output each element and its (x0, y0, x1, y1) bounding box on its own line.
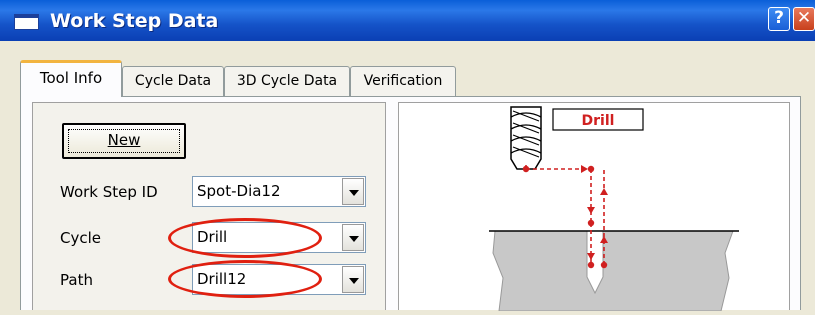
drill-label-box: Drill (552, 108, 644, 131)
work-step-id-select[interactable]: Spot-Dia12 (192, 176, 366, 207)
chevron-down-icon[interactable] (342, 178, 364, 205)
window-title: Work Step Data (50, 10, 219, 32)
cycle-label: Cycle (60, 229, 101, 247)
workpiece (492, 230, 734, 312)
tab-tool-info[interactable]: Tool Info (20, 60, 122, 97)
drill-tag: Drill (582, 113, 615, 129)
new-button[interactable]: New (62, 123, 186, 159)
tab-cycle-data[interactable]: Cycle Data (122, 66, 224, 96)
work-step-id-value: Spot-Dia12 (197, 182, 281, 200)
close-button[interactable]: ✕ (793, 7, 815, 31)
title-bar[interactable]: Work Step Data ? ✕ (0, 0, 815, 41)
work-step-id-label: Work Step ID (60, 183, 158, 201)
drill-diagram-graphic: Drill (489, 106, 739, 312)
window-icon (14, 14, 39, 30)
chevron-down-icon[interactable] (342, 224, 364, 251)
drill-diagram: Drill (398, 102, 790, 312)
help-button[interactable]: ? (768, 7, 790, 31)
tab-3d-cycle-data[interactable]: 3D Cycle Data (224, 66, 350, 96)
path-highlight-ellipse (168, 260, 322, 298)
work-step-data-window: Work Step Data ? ✕ Tool Info Cycle Data … (0, 0, 815, 312)
tab-verification[interactable]: Verification (350, 66, 456, 96)
path-label: Path (60, 271, 93, 289)
chevron-down-icon[interactable] (342, 266, 364, 293)
cycle-highlight-ellipse (168, 218, 322, 258)
drill-bit-icon (510, 106, 542, 170)
new-button-label: New (107, 131, 141, 149)
